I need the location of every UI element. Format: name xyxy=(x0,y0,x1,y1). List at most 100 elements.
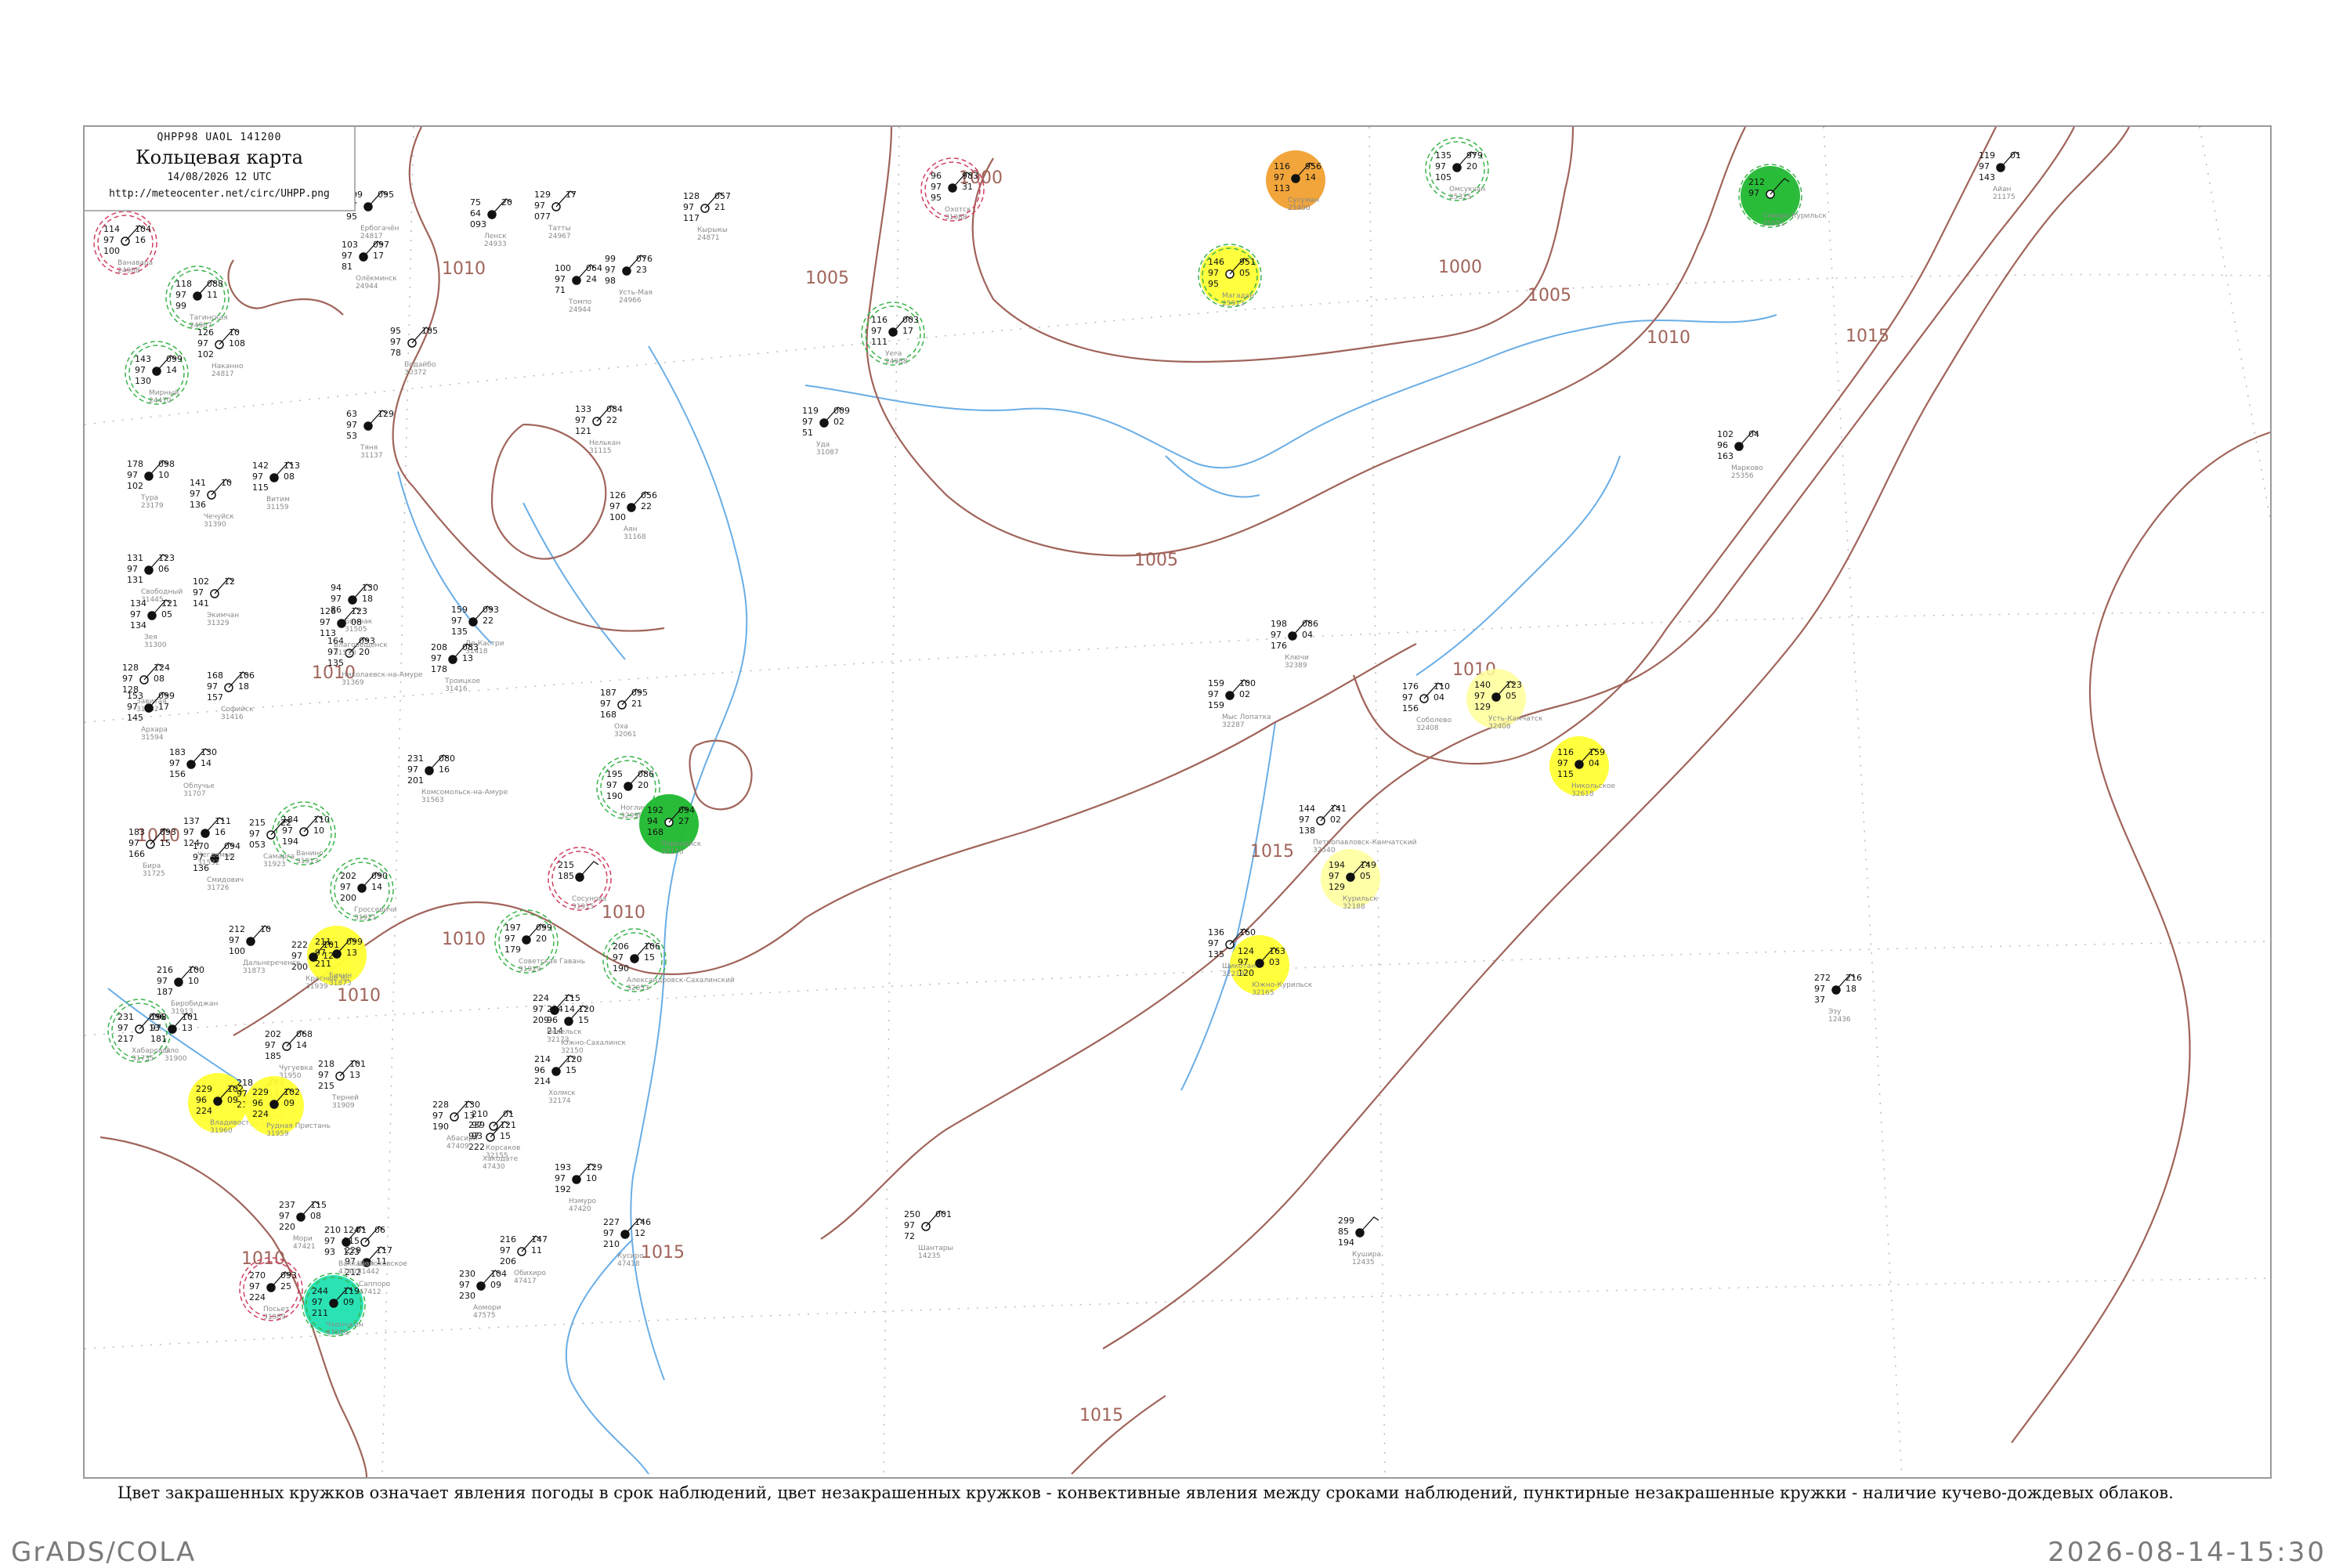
station-value: 10 xyxy=(221,478,232,488)
weather-station[interactable]: 10297141 12 Экимчан31329 xyxy=(193,576,239,627)
map-source-url[interactable]: http://meteocenter.net/circ/UHPP.png xyxy=(85,188,354,200)
station-value: 113 xyxy=(1274,183,1290,193)
weather-station[interactable]: 13497134 12105 Зея31300 xyxy=(130,598,178,649)
weather-station[interactable]: 12997077 17 Татты24967 xyxy=(534,190,577,240)
station-value: 129 xyxy=(586,1162,602,1172)
weather-station[interactable]: 21297 Северо-Курильск25551 xyxy=(1738,164,1827,228)
weather-station[interactable]: 13597105 97920 Омсукчан25325 xyxy=(1425,137,1489,201)
weather-station[interactable]: 19397192 12910 Нэмуро47420 xyxy=(555,1162,602,1213)
weather-station[interactable]: 17697156 11004 Соболево32408 xyxy=(1402,681,1452,732)
isobar-label: 1015 xyxy=(1079,1406,1123,1425)
weather-station[interactable]: 21297100 10 Дальнереченск31873 xyxy=(229,924,301,975)
station-value: 129 xyxy=(1474,702,1491,712)
station-name: Комсомольск-на-Амуре xyxy=(421,789,508,797)
weather-station[interactable]: 2109793 01 Корсаков32155 xyxy=(472,1109,520,1160)
weather-station[interactable]: 24497211 11909 Чхончжин47008 xyxy=(302,1273,366,1337)
weather-station[interactable]: 16897157 10618 Софийск31416 xyxy=(207,670,255,721)
station-value: 141 xyxy=(1330,804,1347,814)
weather-station[interactable]: 12697102 10108 Наканно24817 xyxy=(197,327,245,378)
station-value: 143 xyxy=(1979,172,1995,182)
station-value: 100 xyxy=(188,965,204,975)
station-name: Софийск xyxy=(221,706,254,714)
weather-station[interactable]: 15997159 10002 Мыс Лопатка32287 xyxy=(1208,678,1271,729)
station-value: 97 xyxy=(1208,689,1219,699)
weather-station[interactable]: 1039781 09717 Олёкминск24944 xyxy=(342,240,397,291)
weather-station[interactable]: 21496214 12015 Холмск32174 xyxy=(534,1054,582,1105)
station-value: 24 xyxy=(586,274,597,284)
weather-map[interactable]: 1000 1000 1005 1005 1005 1010 1010 1010 … xyxy=(85,127,2270,1477)
station-value: 093 xyxy=(470,219,486,229)
station-name: Омсукчан xyxy=(1449,186,1485,193)
weather-station[interactable]: 21697206 14711 Обихиро47417 xyxy=(500,1234,548,1285)
weather-station[interactable]: 20697190 10615 Александровск-Сахалинский32… xyxy=(602,928,735,992)
station-name: Шантары xyxy=(918,1245,953,1252)
weather-station[interactable]: 639753 129 Тяня31137 xyxy=(346,409,394,460)
weather-station[interactable]: 10296163 04 Марково25356 xyxy=(1717,429,1763,480)
station-value: 02 xyxy=(833,417,844,427)
weather-station[interactable]: 21897215 10113 Терней31909 xyxy=(318,1059,366,1110)
weather-station[interactable]: 12697100 05622 Аян31168 xyxy=(609,490,657,541)
weather-station[interactable]: 11697113 95614 Сусуман25400 xyxy=(1266,150,1325,212)
station-index: 32155 xyxy=(486,1152,508,1160)
station-value: 951 xyxy=(1239,257,1256,267)
weather-station[interactable]: 118979908811Тагинская24907 xyxy=(165,266,230,330)
weather-station[interactable]: 13397121 08422 Нелькан31115 xyxy=(575,404,623,455)
weather-station[interactable]: 215185 Сосунова31915 xyxy=(548,847,612,911)
station-value: 97 xyxy=(346,420,357,430)
weather-station[interactable]: 19294168 09427 Поронайск32150 xyxy=(639,794,702,856)
weather-station[interactable]: 2729737 21618 Эзу12436 xyxy=(1814,973,1862,1024)
weather-station[interactable]: 18397156 13014 Облучье31707 xyxy=(169,747,217,798)
weather-station[interactable]: 11697111 00317 Уега24988 xyxy=(861,302,925,366)
weather-station[interactable]: 999798 07623 Усть-Мая24966 xyxy=(605,254,653,305)
station-value: 105 xyxy=(1435,172,1452,182)
weather-station[interactable]: 19897176 08604 Ключи32389 xyxy=(1271,619,1318,670)
station-value: 97 xyxy=(135,365,146,375)
station-value: 137 xyxy=(183,816,200,826)
weather-station[interactable]: 19797179 09920 Советская Гавань31929 xyxy=(494,909,585,974)
weather-station[interactable]: 11497100 10416 Ванавара24908 xyxy=(93,211,157,275)
station-index: 31416 xyxy=(221,714,244,721)
weather-station[interactable]: 12897117 05721 Кырыкы24871 xyxy=(683,191,731,242)
station-value: 97 xyxy=(605,265,616,275)
weather-station[interactable]: 1199751 00902 Уда31087 xyxy=(802,406,850,457)
station-value: 08 xyxy=(154,674,164,684)
weather-station[interactable]: 2169718710010Биробиджан31913 xyxy=(157,965,218,1016)
station-value: 979 xyxy=(1466,150,1483,161)
station-value: 97 xyxy=(312,1297,323,1307)
weather-station[interactable]: 18797168 09521 Оха32061 xyxy=(600,688,648,739)
weather-station[interactable]: 14197136 10 Чечуйск31390 xyxy=(190,478,234,529)
weather-station[interactable]: 2029718506814Чугуевка31950 xyxy=(265,1029,313,1080)
weather-station[interactable]: 19497129 14905 Курильск32188 xyxy=(1321,849,1380,911)
weather-station[interactable]: 14397130 09914 Мирный24470 xyxy=(125,341,189,405)
station-value: 97 xyxy=(175,290,186,300)
weather-station[interactable]: 1319713112306Свободный31445 xyxy=(127,553,183,604)
weather-station[interactable]: 2509772 001 Шантары14235 xyxy=(904,1209,953,1260)
station-index: 31873 xyxy=(243,967,266,975)
weather-station[interactable]: 23797220 11508 Мори47421 xyxy=(279,1200,327,1251)
weather-station[interactable]: 20297200 09014 Гроссевичи31921 xyxy=(330,858,397,922)
weather-station[interactable]: 20897178 08313 Троицкое31416 xyxy=(431,642,481,693)
weather-station[interactable]: 23097230 10409 Аомори47575 xyxy=(459,1269,507,1320)
weather-station[interactable]: 11697115 15904 Никольское32618 xyxy=(1549,736,1616,798)
weather-station[interactable]: 17897102 09810 Тура23179 xyxy=(127,459,175,510)
weather-station[interactable]: 1469795 95105 Магадан25913 xyxy=(1198,244,1262,308)
weather-station[interactable]: 29985194 Кушира12435 xyxy=(1338,1216,1381,1266)
station-value: 195 xyxy=(606,769,623,779)
station-value: 27 xyxy=(678,816,689,826)
station-value: 78 xyxy=(390,348,401,358)
station-value: 100 xyxy=(229,946,245,956)
weather-station[interactable]: 2319721709613Хабаровск31735 xyxy=(107,999,172,1063)
station-name: Ключи xyxy=(1285,654,1309,662)
weather-station[interactable]: 14097129 12305 Усть-Камчатск32408 xyxy=(1466,669,1543,731)
weather-station[interactable]: 11997143 01 Айан21175 xyxy=(1979,150,2021,201)
weather-station[interactable]: 14297115 11308 Витим31159 xyxy=(252,461,300,511)
station-index: 31329 xyxy=(207,620,230,627)
station-value: 194 xyxy=(1338,1237,1354,1248)
station-value: 124 xyxy=(1238,946,1254,956)
weather-station[interactable]: 959778 105 Бодайбо30372 xyxy=(390,326,438,377)
weather-station[interactable]: 7564093 20 Ленск24933 xyxy=(470,197,512,248)
station-value: 18 xyxy=(1846,984,1856,994)
weather-station[interactable]: 23197201 08016 Комсомольск-на-Амуре31563 xyxy=(407,753,508,804)
station-name: Поронайск xyxy=(661,840,702,848)
weather-station[interactable]: 1009771 06424 Томпо24944 xyxy=(555,263,602,314)
